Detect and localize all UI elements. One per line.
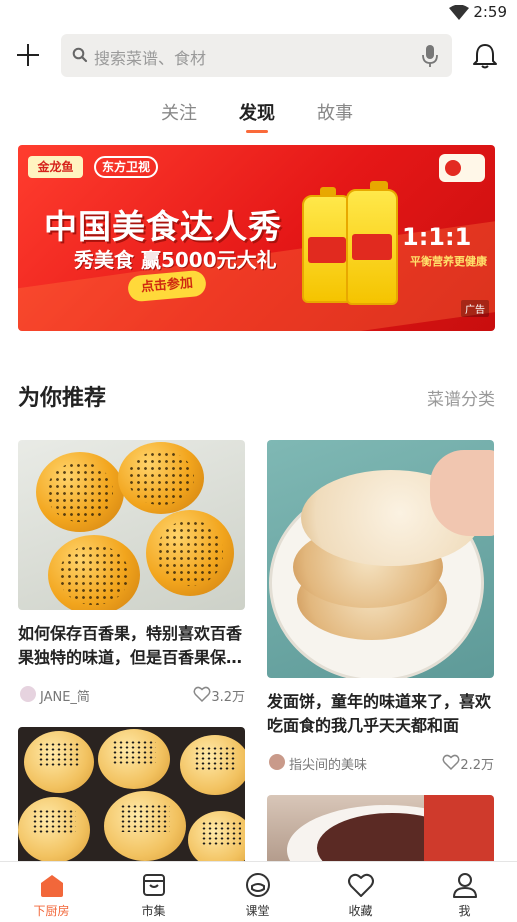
avatar[interactable] <box>269 754 285 770</box>
tab-following[interactable]: 关注 <box>161 99 197 125</box>
ad-tag: 广告 <box>461 300 489 317</box>
nav-label: 我 <box>458 904 471 918</box>
recipe-image-passion-fruit[interactable] <box>18 440 245 610</box>
banner-title: 中国美食达人秀 <box>44 207 282 246</box>
recipe-card[interactable] <box>267 795 494 865</box>
add-icon[interactable] <box>14 41 42 69</box>
recipe-card[interactable]: 如何保存百香果，特别喜欢百香果独特的味道，但是百香果保存时间不长 JANE_简 … <box>18 440 245 706</box>
offer-subtext: 平衡营养更健康 <box>410 255 487 268</box>
tab-discover[interactable]: 发现 <box>239 99 275 125</box>
status-bar: 2:59 <box>0 0 517 26</box>
nav-market[interactable]: 市集 <box>102 862 205 922</box>
top-bar: 搜索菜谱、食材 <box>0 33 517 79</box>
partner-logo: 东方卫视 <box>94 156 159 178</box>
recipe-category-link[interactable]: 菜谱分类 <box>427 385 495 410</box>
recipe-title[interactable]: 发面饼，童年的味道来了，喜欢吃面食的我几乎天天都和面 <box>267 690 494 738</box>
tab-stories[interactable]: 故事 <box>317 99 353 125</box>
nav-label: 课堂 <box>245 904 270 918</box>
oil-bottle-image <box>346 189 398 305</box>
heart-icon[interactable] <box>193 685 211 703</box>
section-title: 为你推荐 <box>18 386 107 411</box>
heart-icon <box>348 873 374 897</box>
recipe-card[interactable] <box>18 727 245 867</box>
brand-logo: 金龙鱼 <box>28 156 83 178</box>
author-name[interactable]: 指尖间的美味 <box>289 754 367 773</box>
active-tab-indicator <box>246 130 268 133</box>
nav-class[interactable]: 课堂 <box>206 862 309 922</box>
recipe-image-soup[interactable] <box>267 795 494 865</box>
like-count: 3.2万 <box>211 690 245 705</box>
home-icon <box>41 875 63 897</box>
search-bar[interactable]: 搜索菜谱、食材 <box>61 34 452 77</box>
profile-icon <box>453 873 477 898</box>
promo-banner[interactable]: 金龙鱼 东方卫视 中国美食达人秀 秀美食 赢5000元大礼 点击参加 1:1:1… <box>18 145 495 331</box>
market-icon <box>143 874 165 896</box>
recipe-title[interactable]: 如何保存百香果，特别喜欢百香果独特的味道，但是百香果保存时间不长 <box>18 622 245 670</box>
oil-bottle-image <box>302 195 352 303</box>
search-icon <box>72 47 88 63</box>
avatar[interactable] <box>20 686 36 702</box>
bottom-nav: 下厨房 市集 课堂 收藏 我 <box>0 861 517 922</box>
heart-icon[interactable] <box>442 753 460 771</box>
search-input[interactable]: 搜索菜谱、食材 <box>94 45 206 69</box>
recipe-image-flatbread[interactable] <box>267 440 494 678</box>
nav-label: 下厨房 <box>33 904 70 918</box>
offer-text: 1:1:1 <box>402 223 472 251</box>
nav-favorites[interactable]: 收藏 <box>309 862 412 922</box>
recipe-card[interactable]: 发面饼，童年的味道来了，喜欢吃面食的我几乎天天都和面 指尖间的美味 2.2万 <box>267 440 494 774</box>
sponsor-badge-icon <box>439 154 485 182</box>
app-screen: 2:59 搜索菜谱、食材 关注 发现 故事 金龙鱼 东方卫视 中国美食达人秀 秀… <box>0 0 517 922</box>
microphone-icon[interactable] <box>422 44 438 68</box>
class-icon <box>246 873 270 897</box>
nav-label: 收藏 <box>348 904 373 918</box>
author-name[interactable]: JANE_简 <box>40 686 90 705</box>
recipe-meta: JANE_简 3.2万 <box>18 684 245 706</box>
nav-profile[interactable]: 我 <box>413 862 516 922</box>
status-time: 2:59 <box>473 3 507 21</box>
tab-bar: 关注 发现 故事 <box>0 96 517 136</box>
banner-subtitle: 秀美食 赢5000元大礼 <box>74 248 277 272</box>
nav-home[interactable]: 下厨房 <box>0 862 103 922</box>
like-count: 2.2万 <box>460 758 494 773</box>
recipe-image-pastry[interactable] <box>18 727 245 867</box>
nav-label: 市集 <box>141 904 166 918</box>
notification-bell-icon[interactable] <box>472 42 498 70</box>
wifi-icon <box>449 5 469 20</box>
recipe-meta: 指尖间的美味 2.2万 <box>267 752 494 774</box>
